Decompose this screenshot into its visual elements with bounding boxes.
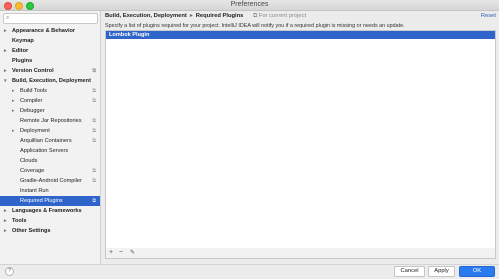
chevron-right-icon[interactable]: ▸ — [12, 86, 15, 96]
dialog-footer: ? Cancel Apply OK — [0, 264, 499, 279]
sidebar-item[interactable]: ▸ Appearance & Behavior — [0, 26, 100, 36]
sidebar-item[interactable]: Required Plugins ⧉ — [0, 196, 100, 206]
project-scope-icon: ⧉ — [92, 168, 96, 174]
help-button[interactable]: ? — [5, 267, 14, 276]
settings-sidebar: ⌕ ▸ Appearance & Behavior Keymap ▸ Editor Plu… — [0, 11, 101, 264]
settings-content: Build, Execution, Deployment ▸ Required Pl… — [101, 11, 499, 264]
list-toolbar: + − ✎ — [105, 248, 496, 259]
sidebar-item[interactable]: Coverage ⧉ — [0, 166, 100, 176]
scope-text: For current project — [258, 13, 307, 19]
chevron-right-icon[interactable]: ▸ — [12, 106, 15, 116]
sidebar-item[interactable]: Application Servers — [0, 146, 100, 156]
sidebar-item-label: Coverage — [20, 168, 45, 174]
ok-button[interactable]: OK — [459, 266, 495, 277]
sidebar-item-label: Compiler — [20, 98, 43, 104]
project-scope-icon: ⧉ — [92, 198, 96, 204]
cancel-button[interactable]: Cancel — [394, 266, 425, 277]
chevron-right-icon[interactable]: ▸ — [12, 126, 15, 136]
sidebar-item-label: Instant Run — [20, 188, 49, 194]
apply-button[interactable]: Apply — [428, 266, 455, 277]
sidebar-item-label: Version Control — [12, 68, 54, 74]
sidebar-item[interactable]: ▾ Build, Execution, Deployment — [0, 76, 100, 86]
chevron-right-icon[interactable]: ▸ — [4, 226, 7, 236]
sidebar-item[interactable]: ▸ Build Tools ⧉ — [0, 86, 100, 96]
sidebar-item-label: Deployment — [20, 128, 50, 134]
sidebar-item-label: Appearance & Behavior — [12, 28, 76, 34]
sidebar-item-label: Gradle-Android Compiler — [20, 178, 82, 184]
chevron-right-icon[interactable]: ▸ — [4, 46, 7, 56]
sidebar-item-label: Editor — [12, 48, 29, 54]
sidebar-item[interactable]: ▸ Languages & Frameworks — [0, 206, 100, 216]
breadcrumb-parent: Build, Execution, Deployment — [105, 13, 187, 19]
list-item[interactable]: Lombok Plugin — [106, 31, 495, 39]
chevron-right-icon[interactable]: ▸ — [4, 206, 7, 216]
sidebar-item-label: Required Plugins — [20, 198, 63, 204]
preferences-window: Preferences ⌕ ▸ Appearance & Behavior Keym… — [0, 0, 499, 279]
project-scope-icon: ⧉ — [92, 128, 96, 134]
sidebar-item[interactable]: ▸ Debugger — [0, 106, 100, 116]
sidebar-item[interactable]: Plugins — [0, 56, 100, 66]
chevron-right-icon[interactable]: ▸ — [4, 26, 7, 36]
settings-tree: ▸ Appearance & Behavior Keymap ▸ Editor Plugi… — [0, 26, 100, 236]
sidebar-item[interactable]: ▸ Tools — [0, 216, 100, 226]
sidebar-item-label: Build, Execution, Deployment — [12, 78, 91, 84]
window-title: Preferences — [230, 1, 269, 8]
sidebar-item[interactable]: ▸ Editor — [0, 46, 100, 56]
project-scope-icon: ⧉ — [92, 118, 96, 124]
add-plugin-button[interactable]: + — [109, 249, 113, 257]
reset-link[interactable]: Reset — [481, 12, 496, 21]
title-bar: Preferences — [0, 0, 499, 11]
sidebar-item-label: Remote Jar Repositories — [20, 118, 82, 124]
sidebar-item[interactable]: Keymap — [0, 36, 100, 46]
required-plugins-list[interactable]: Lombok Plugin — [105, 30, 496, 250]
sidebar-item-label: Languages & Frameworks — [12, 208, 82, 214]
sidebar-item[interactable]: ▸ Version Control ⧉ — [0, 66, 100, 76]
breadcrumb-separator-icon: ▸ — [189, 13, 193, 19]
chevron-down-icon[interactable]: ▾ — [4, 76, 7, 86]
remove-plugin-button[interactable]: − — [119, 249, 123, 257]
sidebar-item-label: Plugins — [12, 58, 33, 64]
sidebar-item-label: Clouds — [20, 158, 38, 164]
sidebar-item-label: Debugger — [20, 108, 45, 114]
breadcrumb: Build, Execution, Deployment ▸ Required Pl… — [105, 12, 306, 21]
chevron-right-icon[interactable]: ▸ — [4, 66, 7, 76]
scope-label: ⧉ For current project — [253, 13, 306, 19]
sidebar-item[interactable]: ▸ Compiler ⧉ — [0, 96, 100, 106]
project-scope-icon: ⧉ — [92, 178, 96, 184]
sidebar-item-label: Keymap — [12, 38, 34, 44]
sidebar-item[interactable]: Clouds — [0, 156, 100, 166]
search-icon: ⌕ — [6, 15, 10, 21]
project-scope-icon: ⧉ — [92, 88, 96, 94]
chevron-right-icon[interactable]: ▸ — [4, 216, 7, 226]
sidebar-item-label: Arquillian Containers — [20, 138, 72, 144]
sidebar-item[interactable]: ▸ Other Settings — [0, 226, 100, 236]
page-description: Specify a list of plugins required for y… — [105, 23, 405, 29]
sidebar-item[interactable]: Instant Run — [0, 186, 100, 196]
project-scope-icon: ⧉ — [92, 98, 96, 104]
sidebar-item[interactable]: Remote Jar Repositories ⧉ — [0, 116, 100, 126]
project-scope-icon: ⧉ — [92, 138, 96, 144]
chevron-right-icon[interactable]: ▸ — [12, 96, 15, 106]
sidebar-item-label: Tools — [12, 218, 27, 224]
breadcrumb-current: Required Plugins — [195, 13, 244, 19]
sidebar-item-label: Build Tools — [20, 88, 47, 94]
sidebar-item[interactable]: ▸ Deployment ⧉ — [0, 126, 100, 136]
settings-search-input[interactable]: ⌕ — [3, 13, 98, 24]
edit-plugin-button[interactable]: ✎ — [130, 249, 135, 257]
sidebar-item[interactable]: Gradle-Android Compiler ⧉ — [0, 176, 100, 186]
project-scope-icon: ⧉ — [92, 68, 96, 74]
sidebar-item-label: Application Servers — [20, 148, 69, 154]
sidebar-item[interactable]: Arquillian Containers ⧉ — [0, 136, 100, 146]
sidebar-item-label: Other Settings — [12, 228, 51, 234]
